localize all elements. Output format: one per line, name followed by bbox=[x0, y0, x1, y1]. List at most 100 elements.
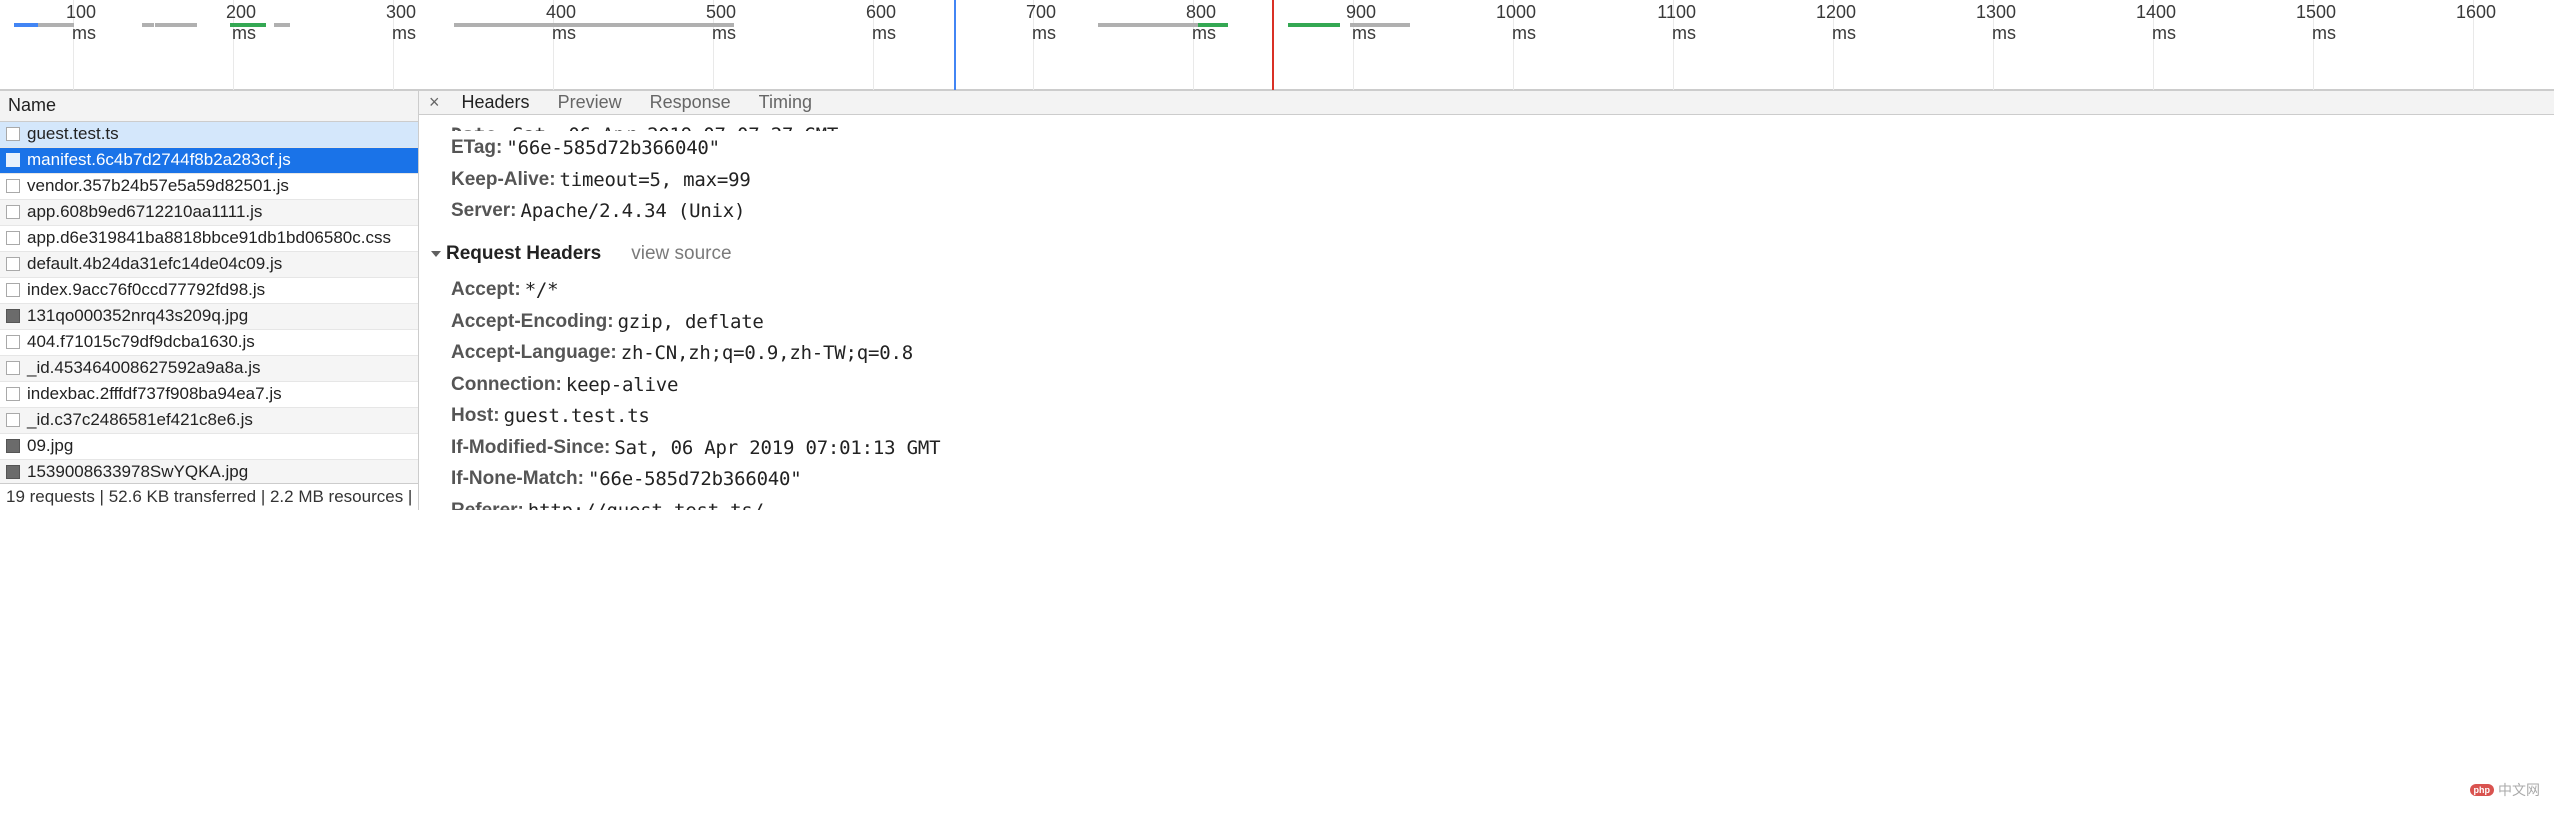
network-timeline[interactable]: 100 ms 200 ms 300 ms 400 ms 500 ms 600 ms 700 … bbox=[0, 0, 2554, 90]
header-value: keep-alive bbox=[566, 371, 678, 400]
request-header-row: Accept-Encoding:gzip, deflate bbox=[451, 308, 2536, 337]
request-details-panel: × HeadersPreviewResponseTiming Date: Sat,… bbox=[419, 91, 2554, 510]
timeline-tick: 1500 ms bbox=[2313, 0, 2314, 90]
tick-label: 1200 ms bbox=[1812, 2, 1856, 44]
header-name: Server: bbox=[451, 197, 517, 226]
header-value: guest.test.ts bbox=[504, 402, 650, 431]
tab-response[interactable]: Response bbox=[636, 87, 745, 116]
timeline-tick: 900 ms bbox=[1353, 0, 1354, 90]
triangle-down-icon bbox=[431, 251, 441, 257]
tick-label: 1000 ms bbox=[1492, 2, 1536, 44]
header-value: http://guest.test.ts/ bbox=[528, 497, 764, 510]
headers-body[interactable]: Date: Sat, 06 Apr 2019 07:07:27 GMT ETag:"… bbox=[419, 115, 2554, 510]
request-row[interactable]: manifest.6c4b7d2744f8b2a283cf.js bbox=[0, 148, 418, 174]
request-header-row: Referer:http://guest.test.ts/ bbox=[451, 497, 2536, 510]
header-value: "66e-585d72b366040" bbox=[588, 465, 802, 494]
timeline-tick: 1400 ms bbox=[2153, 0, 2154, 90]
request-row[interactable]: guest.test.ts bbox=[0, 122, 418, 148]
timeline-tick: 800 ms bbox=[1193, 0, 1194, 90]
header-value: timeout=5, max=99 bbox=[560, 166, 751, 195]
file-icon bbox=[6, 205, 20, 219]
tick-label: 1400 ms bbox=[2132, 2, 2176, 44]
request-row[interactable]: 131qo000352nrq43s209q.jpg bbox=[0, 304, 418, 330]
image-file-icon bbox=[6, 309, 20, 323]
tab-timing[interactable]: Timing bbox=[745, 87, 826, 116]
file-icon bbox=[6, 361, 20, 375]
header-value: Sat, 06 Apr 2019 07:01:13 GMT bbox=[614, 434, 940, 463]
header-value: gzip, deflate bbox=[618, 308, 764, 337]
request-header-row: Accept:*/* bbox=[451, 276, 2536, 305]
file-icon bbox=[6, 231, 20, 245]
header-name: Accept-Encoding: bbox=[451, 308, 614, 337]
tab-headers[interactable]: Headers bbox=[448, 87, 544, 116]
request-name: guest.test.ts bbox=[27, 124, 119, 144]
request-list[interactable]: guest.test.ts manifest.6c4b7d2744f8b2a283… bbox=[0, 122, 418, 483]
request-row[interactable]: index.9acc76f0ccd77792fd98.js bbox=[0, 278, 418, 304]
timeline-tick: 100 ms bbox=[73, 0, 74, 90]
timeline-marker bbox=[954, 0, 956, 90]
timeline-tick: 200 ms bbox=[233, 0, 234, 90]
header-name: Accept-Language: bbox=[451, 339, 617, 368]
request-row[interactable]: _id.453464008627592a9a8a.js bbox=[0, 356, 418, 382]
header-name: Keep-Alive: bbox=[451, 166, 556, 195]
file-icon bbox=[6, 387, 20, 401]
request-list-panel: Name guest.test.ts manifest.6c4b7d2744f8b… bbox=[0, 91, 419, 510]
timeline-bar bbox=[1098, 23, 1198, 27]
request-row[interactable]: app.d6e319841ba8818bbce91db1bd06580c.css bbox=[0, 226, 418, 252]
details-tabs: × HeadersPreviewResponseTiming bbox=[419, 91, 2554, 115]
tick-label: 1100 ms bbox=[1652, 2, 1696, 44]
timeline-tick: 1000 ms bbox=[1513, 0, 1514, 90]
request-row[interactable]: vendor.357b24b57e5a59d82501.js bbox=[0, 174, 418, 200]
request-row[interactable]: indexbac.2fffdf737f908ba94ea7.js bbox=[0, 382, 418, 408]
response-header-row: ETag:"66e-585d72b366040" bbox=[451, 134, 2536, 163]
tab-preview[interactable]: Preview bbox=[544, 87, 636, 116]
timeline-bar bbox=[155, 23, 197, 27]
request-name: _id.c37c2486581ef421c8e6.js bbox=[27, 410, 253, 430]
request-name: manifest.6c4b7d2744f8b2a283cf.js bbox=[27, 150, 291, 170]
header-value: "66e-585d72b366040" bbox=[506, 134, 720, 163]
file-icon bbox=[6, 335, 20, 349]
file-icon bbox=[6, 179, 20, 193]
file-icon bbox=[6, 257, 20, 271]
timeline-bar bbox=[1288, 23, 1340, 27]
header-value: Sat, 06 Apr 2019 07:07:27 GMT bbox=[512, 121, 838, 131]
header-value: Apache/2.4.34 (Unix) bbox=[521, 197, 746, 226]
timeline-tick: 1600 bbox=[2473, 0, 2474, 90]
timeline-bar bbox=[1198, 23, 1228, 27]
close-icon[interactable]: × bbox=[429, 92, 448, 113]
timeline-tick: 500 ms bbox=[713, 0, 714, 90]
header-value: zh-CN,zh;q=0.9,zh-TW;q=0.8 bbox=[621, 339, 913, 368]
watermark: php 中文网 bbox=[2470, 780, 2541, 800]
timeline-tick: 700 ms bbox=[1033, 0, 1034, 90]
timeline-tick: 400 ms bbox=[553, 0, 554, 90]
request-name: 1539008633978SwYQKA.jpg bbox=[27, 462, 248, 482]
request-header-row: Host:guest.test.ts bbox=[451, 402, 2536, 431]
file-icon bbox=[6, 413, 20, 427]
header-name: Host: bbox=[451, 402, 500, 431]
header-name: Date: bbox=[451, 121, 508, 131]
request-row[interactable]: default.4b24da31efc14de04c09.js bbox=[0, 252, 418, 278]
timeline-tick: 1300 ms bbox=[1993, 0, 1994, 90]
view-source-link[interactable]: view source bbox=[631, 240, 731, 269]
request-row[interactable]: _id.c37c2486581ef421c8e6.js bbox=[0, 408, 418, 434]
tick-label: 700 ms bbox=[1012, 2, 1056, 44]
header-name: Connection: bbox=[451, 371, 562, 400]
file-icon bbox=[6, 127, 20, 141]
image-file-icon bbox=[6, 465, 20, 479]
request-headers-section[interactable]: Request Headers view source bbox=[431, 240, 2536, 269]
image-file-icon bbox=[6, 439, 20, 453]
column-header-name[interactable]: Name bbox=[0, 91, 418, 122]
request-name: vendor.357b24b57e5a59d82501.js bbox=[27, 176, 289, 196]
file-icon bbox=[6, 283, 20, 297]
request-row[interactable]: 404.f71015c79df9dcba1630.js bbox=[0, 330, 418, 356]
tick-label: 600 ms bbox=[852, 2, 896, 44]
request-name: index.9acc76f0ccd77792fd98.js bbox=[27, 280, 265, 300]
request-header-row: Accept-Language:zh-CN,zh;q=0.9,zh-TW;q=0… bbox=[451, 339, 2536, 368]
request-name: default.4b24da31efc14de04c09.js bbox=[27, 254, 282, 274]
timeline-tick: 1100 ms bbox=[1673, 0, 1674, 90]
request-row[interactable]: 1539008633978SwYQKA.jpg bbox=[0, 460, 418, 483]
request-row[interactable]: 09.jpg bbox=[0, 434, 418, 460]
tick-label: 1600 bbox=[2452, 2, 2496, 23]
timeline-tick: 300 ms bbox=[393, 0, 394, 90]
request-row[interactable]: app.608b9ed6712210aa1111.js bbox=[0, 200, 418, 226]
